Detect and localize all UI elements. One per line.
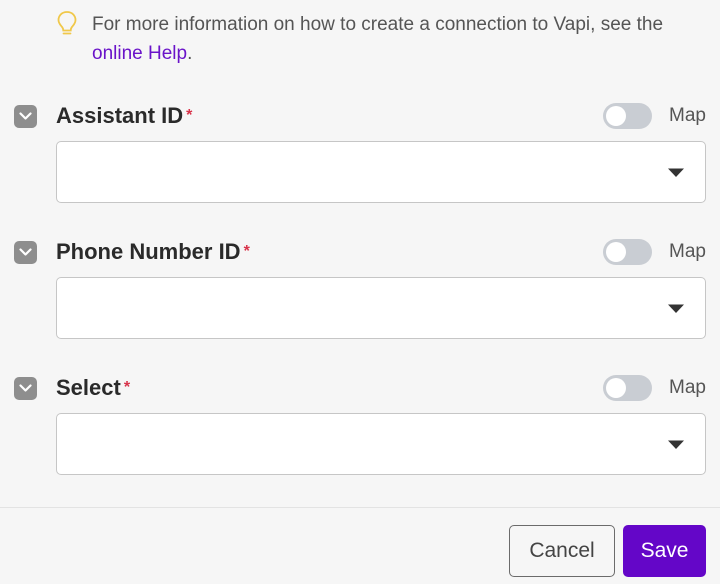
field-assistant-id: Assistant ID * Map — [14, 99, 706, 203]
required-mark: * — [243, 243, 250, 260]
field-header: Phone Number ID * Map — [14, 235, 706, 269]
map-label: Map — [669, 377, 706, 398]
map-label: Map — [669, 105, 706, 126]
map-control: Map — [603, 99, 706, 133]
map-toggle[interactable] — [603, 375, 653, 401]
lightbulb-icon — [57, 11, 77, 35]
online-help-link[interactable]: online Help — [92, 43, 187, 64]
field-select: Select * Map — [14, 371, 706, 475]
collapse-toggle[interactable] — [14, 104, 37, 128]
toggle-knob — [606, 106, 627, 126]
caret-down-icon — [668, 304, 684, 313]
chevron-down-icon — [19, 111, 32, 120]
field-header: Select * Map — [14, 371, 706, 405]
field-label: Assistant ID — [56, 103, 184, 128]
field-phone-number-id: Phone Number ID * Map — [14, 235, 706, 339]
toggle-knob — [606, 242, 627, 262]
assistant-id-select[interactable] — [56, 141, 706, 203]
help-text-after: . — [187, 43, 193, 64]
collapse-toggle[interactable] — [14, 240, 37, 264]
map-control: Map — [603, 371, 706, 405]
caret-down-icon — [668, 440, 684, 449]
save-button[interactable]: Save — [623, 525, 706, 577]
help-text: For more information on how to create a … — [92, 10, 706, 68]
required-mark: * — [123, 379, 131, 396]
help-text-before: For more information on how to create a … — [92, 14, 664, 35]
help-hint: For more information on how to create a … — [56, 10, 706, 68]
map-label: Map — [669, 241, 706, 262]
field-label: Phone Number ID — [56, 239, 241, 264]
map-toggle[interactable] — [603, 103, 653, 129]
chevron-down-icon — [19, 383, 32, 392]
chevron-down-icon — [19, 247, 32, 256]
cancel-button[interactable]: Cancel — [509, 525, 615, 577]
required-mark: * — [186, 107, 193, 124]
collapse-toggle[interactable] — [14, 376, 37, 400]
map-control: Map — [603, 235, 706, 269]
field-label: Select — [56, 375, 121, 400]
field-header: Assistant ID * Map — [14, 99, 706, 133]
footer-divider — [0, 507, 720, 508]
map-toggle[interactable] — [603, 239, 653, 265]
caret-down-icon — [668, 168, 684, 177]
toggle-knob — [606, 378, 627, 398]
phone-number-id-select[interactable] — [56, 277, 706, 339]
select-dropdown[interactable] — [56, 413, 706, 475]
connection-form: For more information on how to create a … — [0, 0, 720, 584]
